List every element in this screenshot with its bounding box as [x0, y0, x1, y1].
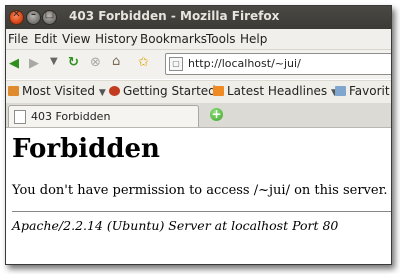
bookmark-label: Favorit — [349, 84, 390, 98]
server-signature: Apache/2.2.14 (Ubuntu) Server at localho… — [12, 218, 339, 233]
site-identity-icon[interactable]: ▢ — [169, 57, 183, 71]
maximize-window-button[interactable]: □ — [42, 9, 57, 25]
bookmark-getting-started[interactable]: Getting Started — [109, 84, 216, 98]
folder-icon — [335, 86, 346, 96]
title-bar: ✕ – □ 403 Forbidden - Mozilla Firefox — [6, 6, 391, 29]
minimize-window-button[interactable]: – — [26, 9, 41, 25]
menu-file[interactable]: File — [8, 32, 28, 46]
url-bar[interactable]: ▢ http://localhost/~jui/ — [165, 53, 391, 75]
tab-403-forbidden[interactable]: 403 Forbidden — [8, 105, 199, 127]
menu-view[interactable]: View — [62, 32, 90, 46]
browser-window: ✕ – □ 403 Forbidden - Mozilla Firefox Fi… — [5, 5, 392, 265]
bookmark-label: Getting Started — [123, 84, 216, 98]
new-tab-button[interactable]: + — [210, 108, 223, 121]
bookmark-favorites[interactable]: Favorit — [335, 84, 390, 98]
menu-history[interactable]: History — [95, 32, 138, 46]
divider — [12, 211, 391, 212]
bookmark-star-icon[interactable]: ✩ — [138, 55, 149, 70]
bookmark-label: Latest Headlines — [227, 84, 328, 98]
menu-edit[interactable]: Edit — [34, 32, 57, 46]
bookmark-label: Most Visited — [22, 84, 96, 98]
bookmark-latest-headlines[interactable]: Latest Headlines ▼ — [213, 84, 338, 98]
close-icon: ✕ — [12, 9, 21, 20]
most-visited-icon — [8, 86, 19, 96]
rss-icon — [213, 86, 224, 96]
bookmarks-toolbar: Most Visited ▼ Getting Started Latest He… — [6, 80, 391, 104]
tab-label: 403 Forbidden — [31, 110, 111, 123]
history-dropdown-icon[interactable]: ▼ — [50, 56, 58, 67]
window-title: 403 Forbidden - Mozilla Firefox — [69, 9, 280, 23]
stop-icon[interactable]: ⊗ — [90, 55, 101, 70]
menu-bookmarks[interactable]: Bookmarks — [140, 32, 207, 46]
menu-tools[interactable]: Tools — [206, 32, 236, 46]
home-icon[interactable]: ⌂ — [112, 54, 120, 69]
page-content: Forbidden You don't have permission to a… — [6, 128, 391, 264]
navigation-toolbar: ◀ ▶ ▼ ↻ ⊗ ⌂ ✩ ▢ http://localhost/~jui/ — [6, 50, 391, 79]
error-message: You don't have permission to access /~ju… — [12, 183, 388, 198]
back-icon[interactable]: ◀ — [9, 56, 19, 71]
menu-bar: File Edit View History Bookmarks Tools H… — [6, 29, 391, 50]
firefox-icon — [109, 86, 120, 96]
page-icon — [14, 110, 26, 124]
maximize-icon: □ — [44, 9, 55, 20]
tab-bar: 403 Forbidden + — [6, 103, 391, 128]
reload-icon[interactable]: ↻ — [68, 55, 79, 70]
bookmark-most-visited[interactable]: Most Visited ▼ — [8, 84, 106, 98]
plus-icon: + — [211, 107, 222, 121]
minimize-icon: – — [31, 9, 36, 20]
url-text[interactable]: http://localhost/~jui/ — [188, 57, 301, 70]
page-heading: Forbidden — [12, 134, 160, 164]
dropdown-icon: ▼ — [98, 88, 106, 98]
close-window-button[interactable]: ✕ — [9, 9, 24, 25]
menu-help[interactable]: Help — [240, 32, 267, 46]
forward-icon[interactable]: ▶ — [29, 56, 39, 71]
